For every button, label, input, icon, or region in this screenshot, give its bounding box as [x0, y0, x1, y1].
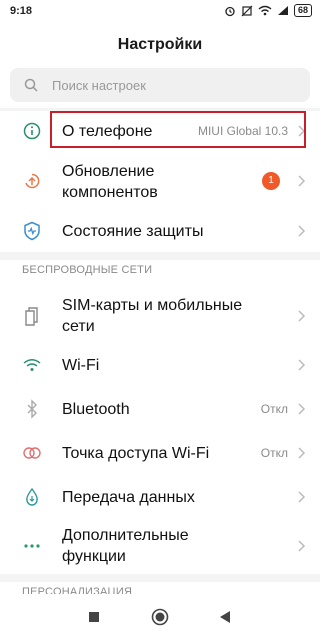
info-icon	[22, 121, 42, 141]
highlight-box	[50, 111, 306, 148]
chevron-right-icon	[298, 359, 306, 371]
update-badge: 1	[262, 172, 280, 190]
updates-label: Обновление компонентов	[62, 161, 158, 203]
settings-item-security[interactable]: Состояние защиты	[0, 212, 320, 250]
data-drop-icon	[22, 487, 42, 507]
settings-item-bluetooth[interactable]: Bluetooth Откл	[0, 390, 320, 428]
settings-item-updates[interactable]: Обновление компонентов 1	[0, 158, 320, 204]
chevron-right-icon	[298, 403, 306, 415]
hotspot-icon	[22, 443, 42, 463]
settings-item-sim[interactable]: SIM-карты и мобильные сети	[0, 292, 320, 340]
shield-icon	[22, 221, 42, 241]
search-placeholder: Поиск настроек	[52, 77, 146, 93]
updates-label-line2: компонентов	[62, 184, 158, 201]
navigation-bar	[0, 594, 320, 640]
status-icons: 68	[224, 4, 312, 17]
wifi-label: Wi-Fi	[62, 356, 100, 374]
security-label: Состояние защиты	[62, 222, 204, 240]
search-icon	[24, 77, 40, 93]
sim-label: SIM-карты и мобильные сети	[62, 295, 242, 337]
section-divider	[0, 252, 320, 260]
page-title: Настройки	[117, 36, 203, 53]
more-label: Дополнительные функции	[62, 525, 189, 567]
hotspot-value: Откл	[260, 446, 288, 460]
hotspot-label: Точка доступа Wi-Fi	[62, 444, 210, 462]
recents-button[interactable]	[85, 608, 103, 626]
sim-label-line1: SIM-карты и мобильные	[62, 297, 243, 314]
settings-item-data[interactable]: Передача данных	[0, 478, 320, 516]
battery-level: 68	[293, 4, 312, 17]
chevron-right-icon	[298, 447, 306, 459]
update-arrow-icon	[22, 171, 42, 191]
signal-icon	[277, 6, 288, 15]
home-button[interactable]	[151, 608, 169, 626]
chevron-right-icon	[298, 310, 306, 322]
status-bar: 9:18 68	[0, 0, 320, 24]
wifi-status-icon	[258, 5, 272, 16]
chevron-right-icon	[298, 491, 306, 503]
settings-item-more[interactable]: Дополнительные функции	[0, 522, 320, 570]
sim-label-line2: сети	[62, 318, 95, 335]
search-input[interactable]: Поиск настроек	[10, 68, 310, 102]
bluetooth-icon	[22, 399, 42, 419]
settings-item-wifi[interactable]: Wi-Fi	[0, 346, 320, 384]
bluetooth-label: Bluetooth	[62, 400, 130, 418]
wifi-icon	[22, 355, 42, 375]
chevron-right-icon	[298, 225, 306, 237]
updates-label-line1: Обновление	[62, 163, 155, 180]
alarm-icon	[225, 6, 235, 16]
section-divider	[0, 574, 320, 582]
sim-card-icon	[22, 306, 42, 326]
bluetooth-value: Откл	[260, 402, 288, 416]
settings-item-hotspot[interactable]: Точка доступа Wi-Fi Откл	[0, 434, 320, 472]
mute-icon	[241, 5, 253, 16]
more-label-line2: функции	[62, 548, 126, 565]
data-label: Передача данных	[62, 488, 195, 506]
chevron-right-icon	[298, 175, 306, 187]
status-time: 9:18	[10, 5, 33, 17]
chevron-right-icon	[298, 540, 306, 552]
dots-icon	[22, 536, 42, 556]
back-button[interactable]	[216, 608, 234, 626]
more-label-line1: Дополнительные	[62, 527, 189, 544]
section-header-wireless: БЕСПРОВОДНЫЕ СЕТИ	[22, 264, 153, 276]
